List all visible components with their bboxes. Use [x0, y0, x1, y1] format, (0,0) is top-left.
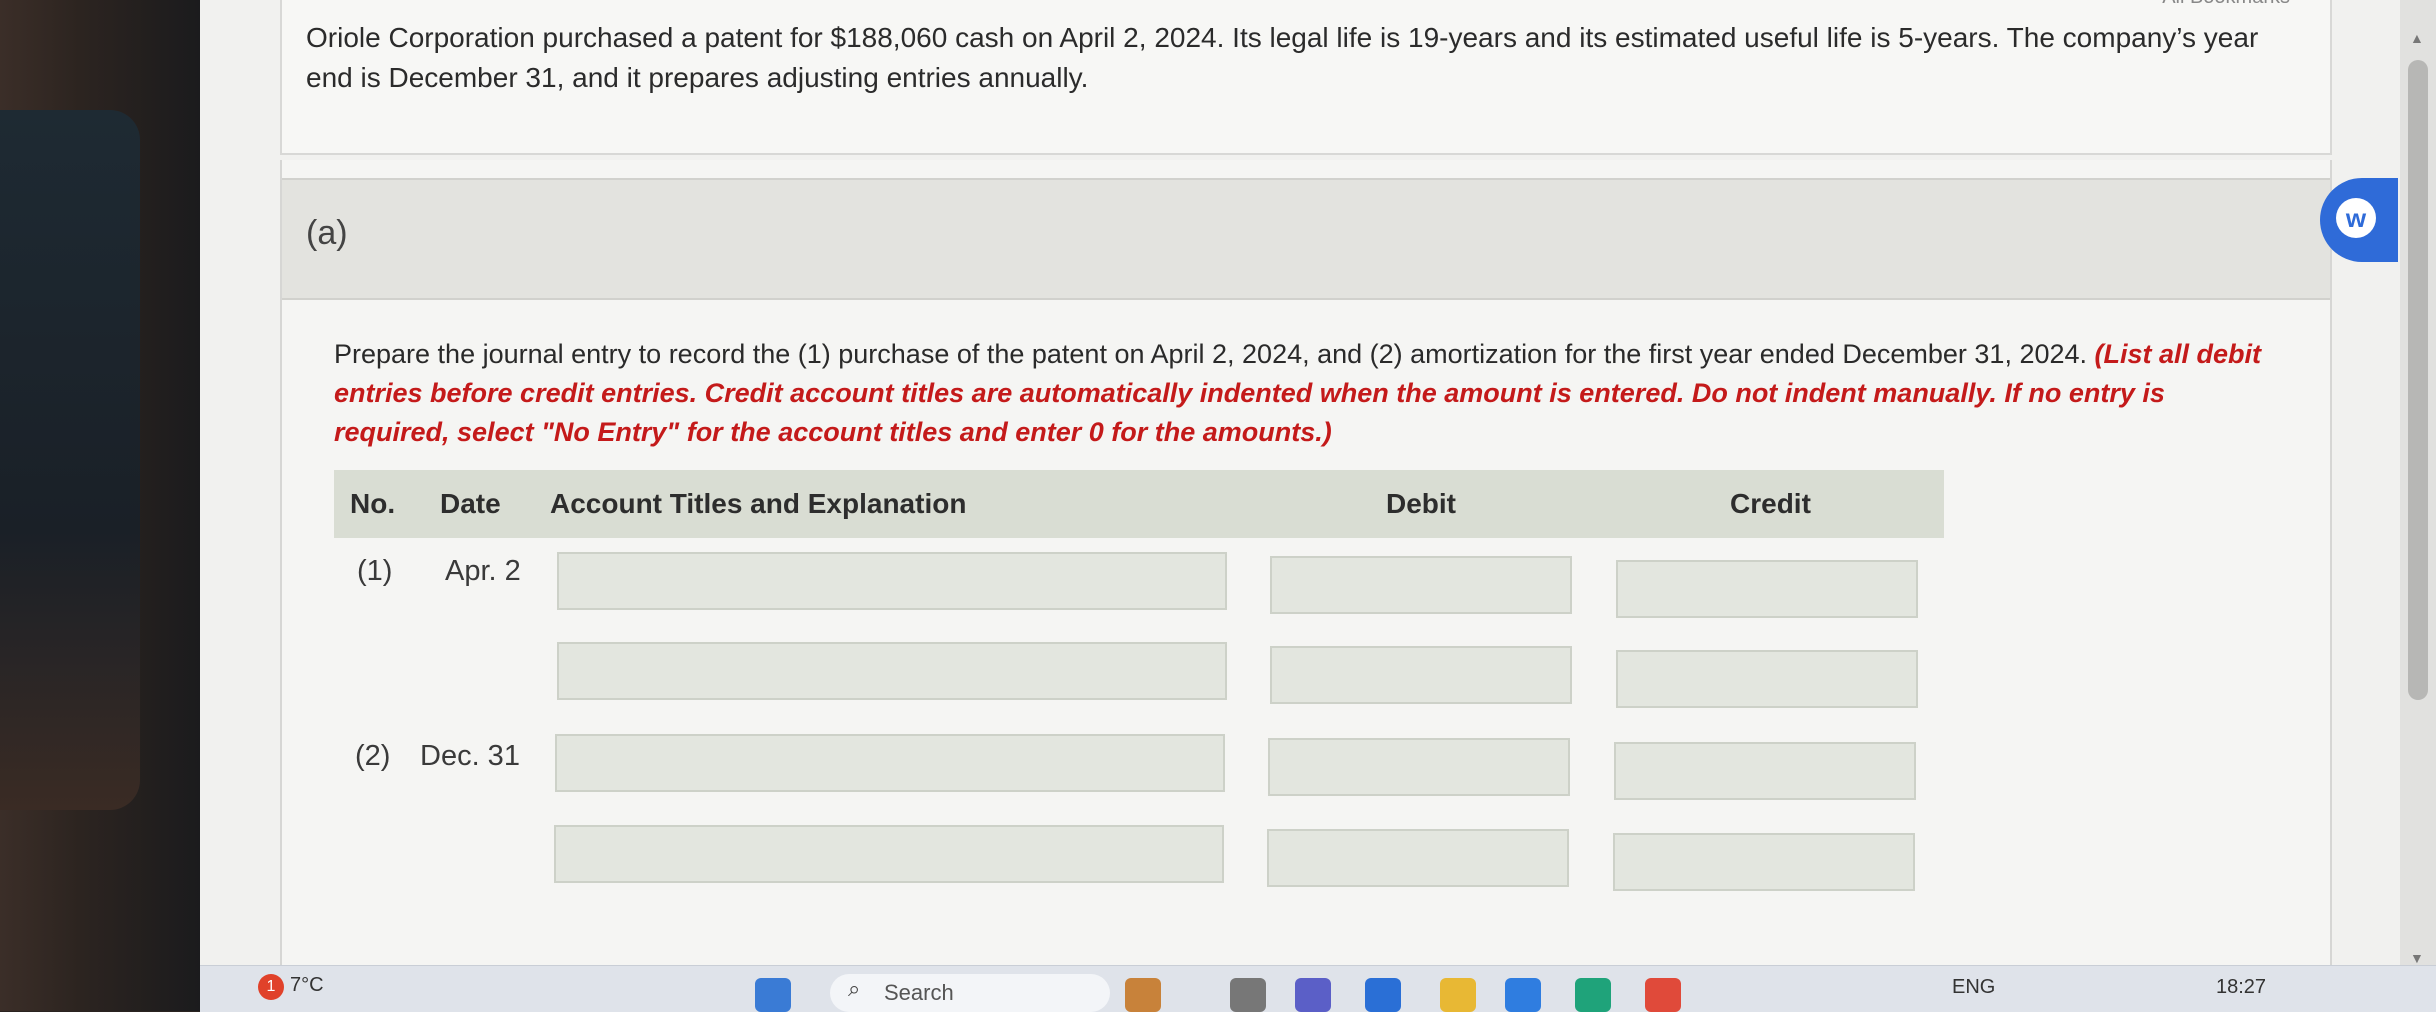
entry-1-line-2-account-field[interactable]	[557, 642, 1227, 700]
wiley-assistant-icon: w	[2336, 198, 2376, 238]
mail-icon[interactable]	[1505, 978, 1541, 1012]
edge-browser-icon[interactable]	[1575, 978, 1611, 1012]
taskbar-search-box[interactable]: ⌕ Search	[830, 974, 1110, 1012]
entry-2-line-2-credit-field[interactable]	[1613, 833, 1915, 891]
journal-table-header: No. Date Account Titles and Explanation …	[334, 470, 1944, 538]
entry-2-line-1-credit-field[interactable]	[1614, 742, 1916, 800]
part-header: (a)	[282, 178, 2330, 300]
entry-1-line-1-debit-field[interactable]	[1270, 556, 1572, 614]
part-label: (a)	[306, 214, 348, 252]
monitor-bezel	[0, 0, 200, 1011]
search-icon: ⌕	[848, 976, 861, 1001]
problem-statement-card: All Bookmarks Oriole Corporation purchas…	[280, 0, 2332, 155]
scroll-down-arrow-icon[interactable]: ▼	[2410, 950, 2424, 966]
entry-1-line-1-credit-field[interactable]	[1616, 560, 1918, 618]
col-debit-header: Debit	[1386, 488, 1456, 519]
task-view-icon[interactable]	[1230, 978, 1266, 1012]
chrome-browser-icon[interactable]	[1645, 978, 1681, 1012]
clock[interactable]: 18:27	[2216, 976, 2266, 999]
col-no-header: No.	[350, 488, 396, 519]
bookmarks-label[interactable]: All Bookmarks	[2162, 0, 2290, 9]
language-indicator[interactable]: ENG	[1952, 976, 1995, 999]
entry-2-line-1-account-field[interactable]	[555, 734, 1225, 792]
weather-temperature[interactable]: 7°C	[290, 974, 324, 997]
start-windows-icon[interactable]	[755, 978, 791, 1012]
entry-2-line-1-debit-field[interactable]	[1268, 738, 1570, 796]
scrollbar-thumb[interactable]	[2408, 60, 2428, 700]
scroll-up-arrow-icon[interactable]: ▲	[2410, 30, 2424, 46]
widget-game-icon[interactable]	[1125, 978, 1161, 1012]
col-account-header: Account Titles and Explanation	[550, 488, 967, 519]
entry-1-line-2-credit-field[interactable]	[1616, 650, 1918, 708]
entry-1-date: Apr. 2	[445, 555, 521, 587]
instructions-text: Prepare the journal entry to record the …	[334, 339, 2088, 369]
problem-statement-text: Oriole Corporation purchased a patent fo…	[306, 22, 2259, 93]
file-explorer-icon[interactable]	[1440, 978, 1476, 1012]
teams-icon[interactable]	[1295, 978, 1331, 1012]
background-desk	[0, 110, 140, 810]
windows-taskbar: 1 7°C ⌕ Search ENG 18:27	[200, 965, 2436, 1012]
entry-1-line-1-account-field[interactable]	[557, 552, 1227, 610]
weather-notification-badge[interactable]: 1	[258, 974, 284, 1000]
taskbar-search-placeholder: Search	[884, 980, 954, 1005]
entry-1-no: (1)	[357, 555, 393, 587]
assignment-page: All Bookmarks Oriole Corporation purchas…	[200, 0, 2400, 965]
entry-1-line-2-debit-field[interactable]	[1270, 646, 1572, 704]
assistant-button[interactable]: w	[2320, 178, 2398, 262]
entry-2-line-2-account-field[interactable]	[554, 825, 1224, 883]
app-icon[interactable]	[1365, 978, 1401, 1012]
entry-2-no: (2)	[355, 740, 391, 772]
screen: All Bookmarks Oriole Corporation purchas…	[200, 0, 2436, 1012]
entry-2-line-2-debit-field[interactable]	[1267, 829, 1569, 887]
part-a-card: (a) Prepare the journal entry to record …	[280, 160, 2332, 965]
instructions: Prepare the journal entry to record the …	[334, 335, 2264, 452]
entry-2-date: Dec. 31	[420, 740, 520, 772]
col-credit-header: Credit	[1730, 488, 1811, 519]
page-scrollbar[interactable]: ▲ ▼	[2400, 0, 2436, 966]
col-date-header: Date	[440, 488, 501, 519]
